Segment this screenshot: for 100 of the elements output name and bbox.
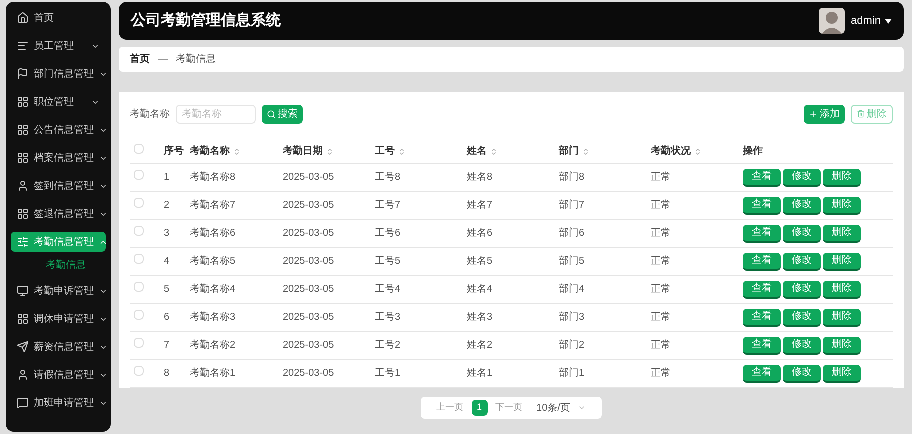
- sidebar-item[interactable]: 部门信息管理: [11, 64, 106, 84]
- sidebar-item[interactable]: 签退信息管理: [11, 204, 106, 224]
- add-button[interactable]: 添加: [804, 104, 845, 124]
- table-cell: 5: [164, 284, 170, 295]
- checkbox[interactable]: [134, 198, 144, 208]
- submenu-item[interactable]: 考勤信息: [6, 258, 111, 273]
- list-icon: [17, 40, 29, 52]
- breadcrumb-link[interactable]: 首页: [130, 52, 150, 67]
- table-cell: 正常: [651, 284, 671, 295]
- edit-button[interactable]: 修改: [783, 280, 821, 298]
- column-header[interactable]: 工号: [375, 144, 395, 159]
- table-cell: 正常: [651, 368, 671, 379]
- table-cell: 6: [164, 312, 170, 323]
- table-cell: 考勤名称4: [190, 284, 236, 295]
- checkbox[interactable]: [134, 338, 144, 348]
- edit-button[interactable]: 修改: [783, 308, 821, 326]
- checkbox[interactable]: [134, 254, 144, 264]
- delete-button[interactable]: 删除: [823, 364, 861, 382]
- sidebar-item[interactable]: 职位管理: [11, 92, 106, 112]
- sidebar-item[interactable]: 首页: [11, 8, 106, 28]
- trash-icon: [857, 110, 865, 118]
- table-cell: 姓名5: [467, 256, 493, 267]
- delete-button[interactable]: 删除: [823, 224, 861, 242]
- checkbox[interactable]: [134, 310, 144, 320]
- table-cell: 工号3: [375, 312, 401, 323]
- person-icon: [17, 180, 29, 192]
- search-icon: [267, 110, 276, 118]
- delete-button[interactable]: 删除: [851, 104, 893, 124]
- caret-down-icon: [885, 18, 892, 24]
- delete-button[interactable]: 删除: [823, 336, 861, 354]
- table-cell: 工号8: [375, 172, 401, 183]
- checkbox[interactable]: [134, 170, 144, 180]
- view-button[interactable]: 查看: [743, 224, 781, 242]
- breadcrumb-current: 考勤信息: [176, 52, 216, 67]
- column-header[interactable]: 部门: [559, 144, 579, 159]
- sidebar-item[interactable]: 薪资信息管理: [11, 337, 106, 357]
- view-button[interactable]: 查看: [743, 280, 781, 298]
- checkbox[interactable]: [134, 366, 144, 376]
- table-cell: 部门8: [559, 172, 585, 183]
- next-page-link[interactable]: 下一页: [496, 401, 523, 415]
- edit-button[interactable]: 修改: [783, 336, 821, 354]
- table-cell: 正常: [651, 340, 671, 351]
- delete-button[interactable]: 删除: [823, 196, 861, 214]
- edit-button[interactable]: 修改: [783, 196, 821, 214]
- avatar: [819, 8, 846, 34]
- search-button[interactable]: 搜索: [262, 104, 303, 124]
- sidebar-item[interactable]: 签到信息管理: [11, 176, 106, 196]
- sidebar-item[interactable]: 调休申请管理: [11, 309, 106, 329]
- delete-button[interactable]: 删除: [823, 252, 861, 270]
- page-size-select[interactable]: 10条/页: [536, 400, 586, 416]
- table-cell: 2: [164, 200, 170, 211]
- breadcrumb-separator: —: [158, 53, 168, 67]
- home-icon: [17, 12, 29, 24]
- edit-button[interactable]: 修改: [783, 364, 821, 382]
- view-button[interactable]: 查看: [743, 252, 781, 270]
- delete-button[interactable]: 删除: [823, 308, 861, 326]
- sidebar-item[interactable]: 考勤申诉管理: [11, 281, 106, 301]
- table-cell: 正常: [651, 256, 671, 267]
- column-header[interactable]: 考勤日期: [283, 144, 323, 159]
- grid-icon: [17, 313, 29, 325]
- table-cell: 7: [164, 340, 170, 351]
- sidebar-item[interactable]: 公告信息管理: [11, 120, 106, 140]
- table-cell: 姓名3: [467, 312, 493, 323]
- checkbox[interactable]: [134, 282, 144, 292]
- column-header[interactable]: 考勤名称: [190, 144, 230, 159]
- checkbox[interactable]: [134, 144, 144, 154]
- view-button[interactable]: 查看: [743, 168, 781, 186]
- table-cell: 姓名7: [467, 200, 493, 211]
- view-button[interactable]: 查看: [743, 364, 781, 382]
- column-header[interactable]: 姓名: [467, 144, 487, 159]
- table-cell: 工号2: [375, 340, 401, 351]
- table-cell: 部门6: [559, 228, 585, 239]
- table-cell: 2025-03-05: [283, 312, 334, 323]
- column-header[interactable]: 考勤状况: [651, 144, 691, 159]
- sidebar-item[interactable]: 档案信息管理: [11, 148, 106, 168]
- flag-icon: [17, 68, 29, 80]
- column-header: 操作: [743, 144, 763, 159]
- checkbox[interactable]: [134, 226, 144, 236]
- sidebar-item[interactable]: 员工管理: [11, 36, 106, 56]
- table-cell: 考勤名称5: [190, 256, 236, 267]
- search-field[interactable]: 考勤名称: [176, 104, 256, 124]
- sidebar-item[interactable]: 请假信息管理: [11, 365, 106, 385]
- edit-button[interactable]: 修改: [783, 252, 821, 270]
- sidebar-item[interactable]: 加班申请管理: [11, 393, 106, 413]
- view-button[interactable]: 查看: [743, 308, 781, 326]
- view-button[interactable]: 查看: [743, 196, 781, 214]
- edit-button[interactable]: 修改: [783, 168, 821, 186]
- chevron-down-icon: [578, 404, 586, 412]
- delete-button[interactable]: 删除: [823, 280, 861, 298]
- sidebar-item[interactable]: 考勤信息管理: [11, 232, 106, 252]
- delete-button[interactable]: 删除: [823, 168, 861, 186]
- table-cell: 正常: [651, 228, 671, 239]
- edit-button[interactable]: 修改: [783, 224, 821, 242]
- username[interactable]: admin: [851, 12, 881, 30]
- prev-page-link[interactable]: 上一页: [436, 401, 464, 415]
- view-button[interactable]: 查看: [743, 336, 781, 354]
- page-number[interactable]: 1: [472, 400, 488, 416]
- table-cell: 工号5: [375, 256, 401, 267]
- table-cell: 考勤名称1: [190, 368, 236, 379]
- table-cell: 2025-03-05: [283, 284, 334, 295]
